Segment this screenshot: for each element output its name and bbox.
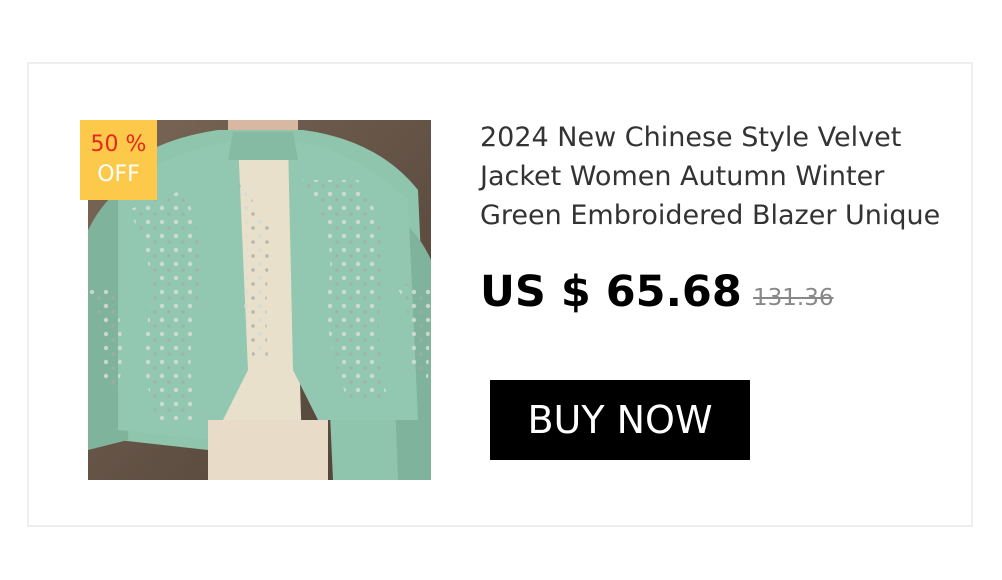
discount-percent: 50 % [90,132,147,157]
product-title-line: 2024 New Chinese Style Velvet [480,122,902,153]
product-title-line: Green Embroidered Blazer Unique [480,200,941,231]
product-title[interactable]: 2024 New Chinese Style Velvet Jacket Wom… [480,118,960,235]
sale-price: US $ 65.68 [480,267,742,317]
discount-off-label: OFF [97,162,140,187]
product-title-line: Jacket Women Autumn Winter [480,161,885,192]
buy-now-button[interactable]: BUY NOW [490,380,750,460]
discount-badge: 50 % OFF [80,120,157,200]
original-price: 131.36 [753,285,834,311]
